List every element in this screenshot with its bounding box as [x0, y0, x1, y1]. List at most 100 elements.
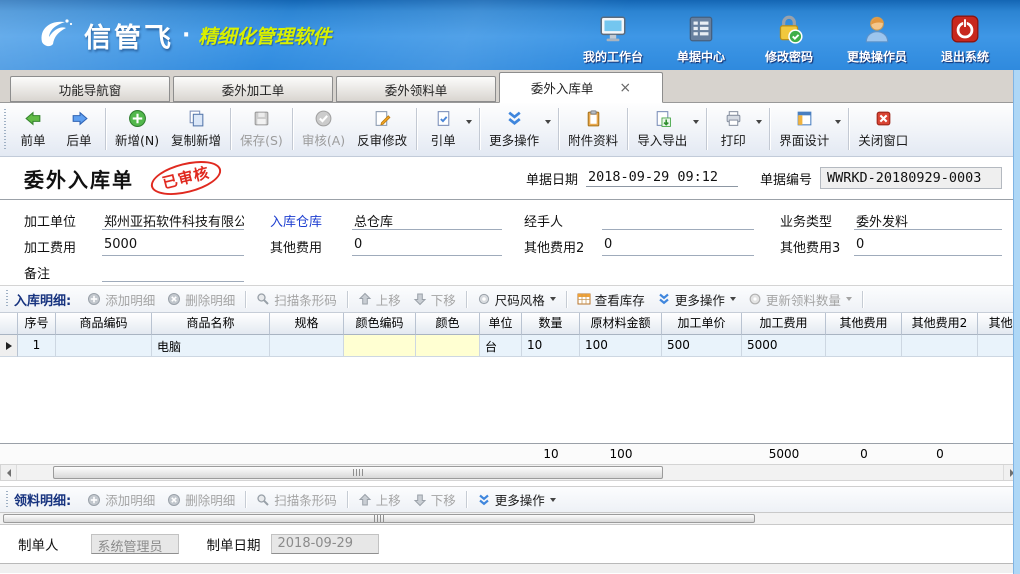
- cell-product-code[interactable]: [56, 335, 152, 357]
- unaudit-edit-button[interactable]: 反审修改: [351, 107, 413, 151]
- update-picked-qty-button[interactable]: 更新领料数量: [742, 290, 858, 309]
- attachments-button[interactable]: 附件资料: [562, 107, 624, 151]
- dropdown-arrow-icon[interactable]: [730, 297, 736, 301]
- move-up-button[interactable]: 上移: [352, 290, 407, 309]
- tab-function-nav[interactable]: 功能导航窗: [10, 76, 170, 102]
- cell-seq[interactable]: 1: [18, 335, 56, 357]
- maker-field: 系统管理员: [91, 534, 179, 554]
- table-row[interactable]: 1 电脑 台 10 100 500 5000: [0, 335, 1020, 357]
- move-down-button[interactable]: 下移: [407, 290, 462, 309]
- cell-color-code[interactable]: [344, 335, 416, 357]
- cell-other-fee2[interactable]: [902, 335, 978, 357]
- cell-product-name[interactable]: 电脑: [152, 335, 270, 357]
- grid-col-spec[interactable]: 规格: [270, 313, 344, 335]
- business-type-field[interactable]: 委外发料: [854, 211, 1002, 230]
- scrollbar-thumb[interactable]: [3, 514, 755, 523]
- dropdown-arrow-icon[interactable]: [550, 498, 556, 502]
- dropdown-arrow-icon[interactable]: [550, 297, 556, 301]
- detail-more-actions-button[interactable]: 更多操作: [651, 290, 742, 309]
- dropdown-arrow-icon[interactable]: [693, 120, 699, 124]
- delete-circle-icon: [167, 493, 181, 507]
- scan-barcode-button[interactable]: 扫描条形码: [250, 490, 343, 509]
- document-center-button[interactable]: 单据中心: [660, 5, 742, 65]
- cell-unit[interactable]: 台: [480, 335, 522, 357]
- cell-other-fee[interactable]: [826, 335, 902, 357]
- grid-col-seq[interactable]: 序号: [18, 313, 56, 335]
- add-row-button[interactable]: 添加明细: [81, 490, 161, 509]
- ui-design-button[interactable]: 界面设计: [773, 107, 835, 151]
- detail-more-actions-button[interactable]: 更多操作: [471, 490, 562, 509]
- dropdown-arrow-icon[interactable]: [545, 120, 551, 124]
- dropdown-arrow-icon[interactable]: [466, 120, 472, 124]
- remark-field[interactable]: [102, 263, 244, 282]
- toolbar-grip[interactable]: [4, 109, 6, 149]
- next-doc-button[interactable]: 后单: [56, 107, 102, 151]
- cell-color[interactable]: [416, 335, 480, 357]
- delete-row-button[interactable]: 删除明细: [161, 290, 241, 309]
- grid-col-unit[interactable]: 单位: [480, 313, 522, 335]
- cell-spec[interactable]: [270, 335, 344, 357]
- scroll-left-button[interactable]: [1, 465, 17, 480]
- cell-material-amount[interactable]: 100: [580, 335, 662, 357]
- other-fee2-field[interactable]: 0: [602, 237, 754, 256]
- save-button[interactable]: 保存(S): [234, 107, 289, 151]
- tab-close-icon[interactable]: ×: [619, 81, 631, 95]
- grid-col-other-fee2[interactable]: 其他费用2: [902, 313, 978, 335]
- toolbar-separator: [627, 108, 628, 150]
- tab-outsource-material[interactable]: 委外领料单: [336, 76, 496, 102]
- grid-col-qty[interactable]: 数量: [522, 313, 580, 335]
- process-fee-field[interactable]: 5000: [102, 237, 244, 256]
- grid-col-product-name[interactable]: 商品名称: [152, 313, 270, 335]
- grid-horizontal-scrollbar[interactable]: [0, 464, 1020, 481]
- change-password-button[interactable]: 修改密码: [748, 5, 830, 65]
- grid-col-material-amount[interactable]: 原材料金额: [580, 313, 662, 335]
- inbound-warehouse-field[interactable]: 总仓库: [352, 211, 502, 230]
- grid-col-process-fee[interactable]: 加工费用: [742, 313, 826, 335]
- size-style-button[interactable]: 尺码风格: [471, 290, 562, 309]
- grid-col-color-code[interactable]: 颜色编码: [344, 313, 416, 335]
- grid-col-other-fee[interactable]: 其他费用: [826, 313, 902, 335]
- view-stock-button[interactable]: 查看库存: [571, 290, 651, 309]
- cell-process-fee[interactable]: 5000: [742, 335, 826, 357]
- delete-row-button[interactable]: 删除明细: [161, 490, 241, 509]
- add-row-button[interactable]: 添加明细: [81, 290, 161, 309]
- doc-date-field[interactable]: 2018-09-29 09:12: [586, 169, 738, 187]
- switch-operator-button[interactable]: 更换操作员: [836, 5, 918, 65]
- tab-label: 委外领料单: [385, 80, 448, 99]
- close-window-button[interactable]: 关闭窗口: [852, 107, 914, 151]
- scan-barcode-button[interactable]: 扫描条形码: [250, 290, 343, 309]
- print-button[interactable]: 打印: [710, 107, 756, 151]
- move-up-button[interactable]: 上移: [352, 490, 407, 509]
- scrollbar-thumb[interactable]: [53, 466, 663, 479]
- material-grid-horizontal-scrollbar[interactable]: [0, 512, 1020, 525]
- new-button[interactable]: 新增(N): [109, 107, 165, 151]
- cell-qty[interactable]: 10: [522, 335, 580, 357]
- processing-unit-field[interactable]: 郑州亚拓软件科技有限公司: [102, 211, 244, 230]
- grid-col-process-price[interactable]: 加工单价: [662, 313, 742, 335]
- grid-col-product-code[interactable]: 商品编码: [56, 313, 152, 335]
- import-export-button[interactable]: 导入导出: [631, 107, 693, 151]
- toolbar-grip[interactable]: [6, 290, 8, 308]
- prev-doc-button[interactable]: 前单: [10, 107, 56, 151]
- exit-system-button[interactable]: 退出系统: [924, 5, 1006, 65]
- audit-button[interactable]: 审核(A): [296, 107, 351, 151]
- dropdown-arrow-icon[interactable]: [835, 120, 841, 124]
- workbench-button[interactable]: 我的工作台: [572, 5, 654, 65]
- tab-outsource-inbound[interactable]: 委外入库单 ×: [499, 72, 663, 103]
- dropdown-arrow-icon[interactable]: [756, 120, 762, 124]
- row-selector-cell[interactable]: [0, 335, 18, 357]
- other-fee-field[interactable]: 0: [352, 237, 502, 256]
- move-down-button[interactable]: 下移: [407, 490, 462, 509]
- toolbar-grip[interactable]: [6, 491, 8, 509]
- dropdown-arrow-icon[interactable]: [846, 297, 852, 301]
- ref-doc-button[interactable]: 引单: [420, 107, 466, 151]
- more-actions-button[interactable]: 更多操作: [483, 107, 545, 151]
- cell-process-price[interactable]: 500: [662, 335, 742, 357]
- inbound-warehouse-label[interactable]: 入库仓库: [270, 211, 352, 230]
- grid-col-color[interactable]: 颜色: [416, 313, 480, 335]
- other-fee3-label: 其他费用3: [780, 237, 854, 256]
- other-fee3-field[interactable]: 0: [854, 237, 1002, 256]
- handler-field[interactable]: [602, 211, 754, 230]
- copy-new-button[interactable]: 复制新增: [165, 107, 227, 151]
- tab-outsource-process[interactable]: 委外加工单: [173, 76, 333, 102]
